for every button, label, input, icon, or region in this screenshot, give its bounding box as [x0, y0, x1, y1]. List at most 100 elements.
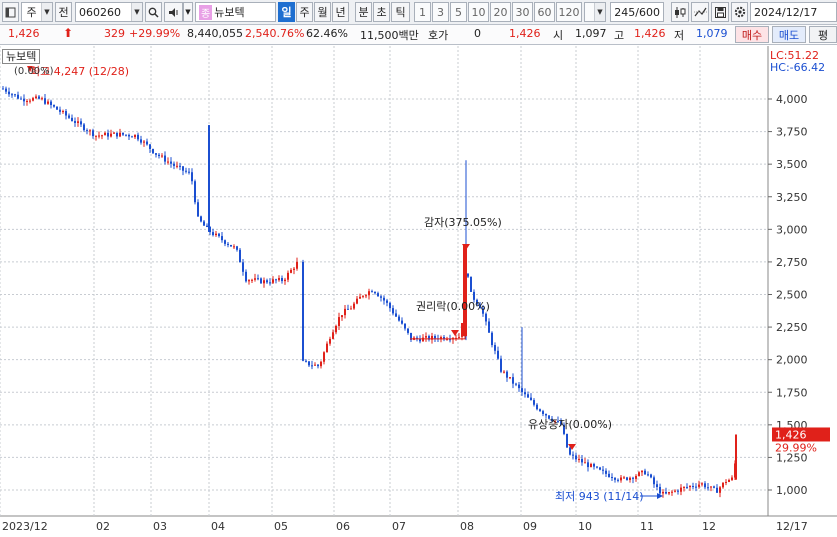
y-tick-label: 2,750	[776, 256, 808, 269]
sound-dropdown[interactable]: ▼	[183, 2, 193, 22]
price-chart[interactable]: 4,000 3,750 3,500 3,250 3,000 2,750 2,500 2,250…	[0, 46, 837, 537]
candle-body	[374, 291, 376, 294]
save-button[interactable]	[711, 2, 729, 22]
candle-body	[689, 486, 691, 488]
current-price-label: 1,426	[775, 428, 807, 441]
candle-body	[128, 134, 130, 137]
save-icon	[714, 6, 726, 18]
y-tick-label: 1,750	[776, 386, 808, 399]
period-day[interactable]: 일	[278, 2, 295, 22]
candle-body	[578, 458, 580, 460]
candle-body	[323, 352, 325, 362]
line-chart-button[interactable]	[691, 2, 709, 22]
offering-annotation: 유상증자(0.00%)	[528, 418, 612, 431]
candle-body	[677, 490, 679, 492]
candle-body	[395, 313, 397, 317]
candle-body	[515, 383, 517, 385]
candle-body	[722, 482, 724, 488]
candle-body	[77, 121, 79, 123]
period-label: 년	[335, 6, 346, 19]
candle-body	[344, 308, 346, 316]
period-year[interactable]: 년	[332, 2, 349, 22]
candle-body	[254, 278, 256, 280]
interval-custom[interactable]: ▼	[584, 2, 606, 22]
period-week[interactable]: 주	[296, 2, 313, 22]
sound-button[interactable]	[164, 2, 183, 22]
market-select[interactable]: 주 ▼	[21, 2, 53, 22]
y-tick-label: 3,500	[776, 158, 808, 171]
candle-body	[665, 491, 667, 494]
candle-body	[107, 132, 109, 137]
legend-stock-name: 뉴보텍	[2, 49, 41, 64]
buy-label: 매수	[741, 28, 763, 42]
candle-body	[137, 134, 139, 140]
current-pct-label: 29.99%	[775, 441, 817, 454]
candle-body	[182, 166, 184, 171]
candle-body	[368, 291, 370, 296]
candle-body	[488, 321, 490, 333]
candle-body	[461, 322, 463, 337]
candle-body	[8, 91, 10, 95]
period-month[interactable]: 월	[314, 2, 331, 22]
candle-body	[473, 291, 475, 300]
candle-body	[536, 404, 538, 410]
candle-body	[701, 483, 703, 485]
interval-120[interactable]: 120	[556, 2, 582, 22]
candle-body	[308, 361, 310, 366]
candle-body	[704, 483, 706, 488]
candle-body	[662, 491, 664, 494]
interval-30[interactable]: 30	[512, 2, 533, 22]
candle-body	[509, 377, 511, 379]
candle-body	[458, 336, 460, 338]
candle-body	[35, 96, 37, 99]
volume: 8,440,055	[187, 27, 243, 40]
x-tick-label: 04	[211, 520, 225, 533]
period-second[interactable]: 초	[373, 2, 390, 22]
x-tick-label: 03	[153, 520, 167, 533]
candle-body	[269, 282, 271, 284]
candle-body	[173, 163, 175, 166]
count-field[interactable]: 245/600	[610, 2, 664, 22]
candle-body	[518, 384, 520, 389]
candle-body	[95, 135, 97, 137]
candle-body	[221, 236, 223, 241]
interval-1[interactable]: 1	[414, 2, 431, 22]
stock-name-field[interactable]: 종 뉴보텍	[195, 2, 276, 22]
candle-body	[350, 308, 352, 310]
interval-3[interactable]: 3	[432, 2, 449, 22]
interval-10[interactable]: 10	[468, 2, 489, 22]
candle-body	[20, 98, 22, 100]
candle-body	[422, 337, 424, 342]
period-tick[interactable]: 틱	[391, 2, 410, 22]
candle-body	[530, 397, 532, 401]
candle-body	[506, 371, 508, 378]
chart-canvas: 4,000 3,750 3,500 3,250 3,000 2,750 2,500 2,250…	[0, 46, 837, 537]
candle-body	[392, 308, 394, 314]
candle-body	[572, 454, 574, 456]
candle-body	[491, 332, 493, 346]
settings-button[interactable]	[731, 2, 748, 22]
prev-button[interactable]: 전	[55, 2, 72, 22]
interval-20[interactable]: 20	[490, 2, 511, 22]
code-input[interactable]: 060260 ▼	[75, 2, 143, 22]
candle-type-button[interactable]	[671, 2, 689, 22]
search-button[interactable]	[145, 2, 162, 22]
interval-5[interactable]: 5	[450, 2, 467, 22]
candle-body	[503, 371, 505, 373]
candle-body	[191, 172, 193, 182]
x-tick-label: 12/17	[776, 520, 808, 533]
candle-body	[203, 221, 205, 226]
interval-60[interactable]: 60	[534, 2, 555, 22]
quote-info-bar: 1,426 ⬆ 329 +29.99% 8,440,055 2,540.76% …	[0, 25, 837, 45]
window-icon[interactable]	[2, 2, 19, 22]
candle-body	[341, 315, 343, 318]
buy-button[interactable]: 매수	[735, 26, 769, 43]
eval-button[interactable]: 평	[809, 26, 837, 43]
date-field[interactable]: 2024/12/17	[750, 2, 837, 22]
period-minute[interactable]: 분	[355, 2, 372, 22]
candle-body	[53, 104, 55, 107]
sell-label: 매도	[778, 28, 800, 42]
sell-button[interactable]: 매도	[772, 26, 806, 43]
candle-body	[680, 487, 682, 492]
candle-body	[185, 170, 187, 172]
